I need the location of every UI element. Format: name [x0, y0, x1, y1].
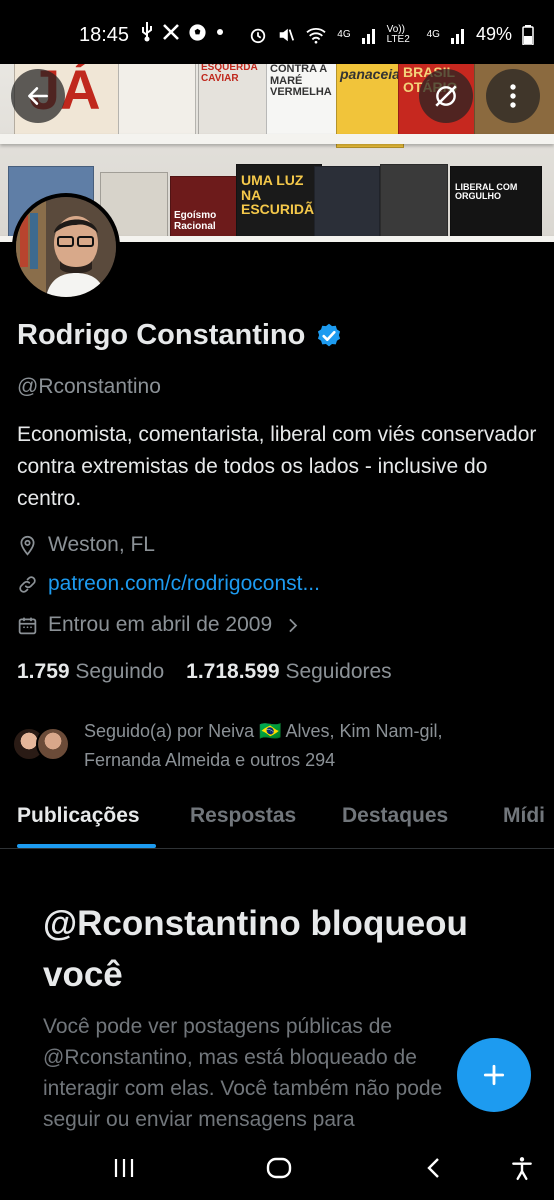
- banner-book: CONTRA A MARÉ VERMELHA: [266, 60, 342, 142]
- network-label-3: 4G: [426, 28, 440, 40]
- location-text: Weston, FL: [48, 533, 155, 556]
- profile-link[interactable]: patreon.com/c/rodrigoconst...: [17, 572, 320, 596]
- profile-name: Rodrigo Constantino: [17, 319, 306, 351]
- signal-icon: [361, 28, 375, 44]
- banner-book: UMA LUZ NA ESCURIDÃO: [236, 164, 322, 242]
- followed-by[interactable]: Seguido(a) por Neiva 🇧🇷 Alves, Kim Nam-g…: [12, 717, 524, 775]
- chevron-left-icon: [427, 1158, 439, 1178]
- usb-icon: [142, 22, 152, 42]
- followers-avatars: [12, 727, 70, 761]
- link-icon: [19, 575, 36, 593]
- home-icon: [266, 1157, 292, 1179]
- followers-stat[interactable]: 1.718.599 Seguidores: [186, 660, 392, 684]
- plus-icon: [483, 1064, 505, 1086]
- banner-book: [118, 60, 196, 136]
- accessibility-button[interactable]: [506, 1152, 538, 1184]
- following-stat[interactable]: 1.759 Seguindo: [17, 660, 164, 684]
- joined-text: Entrou em abril de 2009: [48, 613, 273, 636]
- status-bar: 18:45 4G Vo)) LTE2 4G 49%: [0, 0, 554, 64]
- status-right-icons: 4G Vo)) LTE2 4G 49%: [249, 24, 534, 45]
- followers-count: 1.718.599: [186, 660, 280, 683]
- home-button[interactable]: [263, 1152, 295, 1184]
- alarm-icon: [251, 28, 266, 43]
- following-count: 1.759: [17, 660, 70, 683]
- tab-respostas[interactable]: Respostas: [190, 804, 296, 828]
- banner-book: LIBERAL COM ORGULHO: [450, 166, 542, 242]
- battery-icon: [522, 24, 534, 45]
- blocked-title: @Rconstantino bloqueou você: [43, 904, 468, 994]
- follow-stats: 1.759 Seguindo 1.718.599 Seguidores: [17, 660, 392, 684]
- x-icon: [163, 24, 179, 40]
- recents-icon: [114, 1159, 134, 1177]
- banner-book: Egoísmo Racional: [170, 176, 240, 242]
- followed-by-text: Seguido(a) por Neiva 🇧🇷 Alves, Kim Nam-g…: [84, 721, 443, 770]
- grok-icon: [435, 85, 457, 107]
- soccer-icon: [189, 23, 206, 41]
- banner-book: ESQUERDA CAVIAR: [198, 60, 270, 140]
- status-time: 18:45: [79, 24, 130, 46]
- more-button[interactable]: [486, 69, 540, 123]
- tab-destaques[interactable]: Destaques: [342, 804, 448, 828]
- network-label-1: 4G: [337, 28, 351, 40]
- accessibility-icon: [512, 1157, 532, 1181]
- chevron-right-icon: [289, 618, 298, 632]
- compose-button[interactable]: [457, 1038, 531, 1112]
- banner-book: [380, 164, 448, 242]
- profile-name-row: Rodrigo Constantino: [17, 319, 343, 352]
- active-tab-indicator: [17, 844, 156, 848]
- signal-icon-2: [450, 28, 464, 44]
- tab-midia[interactable]: Mídi: [503, 804, 545, 828]
- back-nav-button[interactable]: [418, 1152, 450, 1184]
- banner-shelf: [0, 134, 554, 144]
- arrow-left-icon: [28, 87, 48, 105]
- avatar[interactable]: [12, 193, 120, 301]
- tab-publicacoes[interactable]: Publicações: [17, 804, 140, 828]
- profile-handle: @Rconstantino: [17, 375, 161, 398]
- mini-avatar: [36, 727, 70, 761]
- link-text[interactable]: patreon.com/c/rodrigoconst...: [48, 572, 320, 596]
- profile-joined[interactable]: Entrou em abril de 2009: [17, 613, 303, 637]
- battery-percent: 49%: [475, 24, 512, 44]
- verified-badge-icon: [318, 323, 341, 346]
- profile-location: Weston, FL: [17, 533, 155, 557]
- system-nav-bar: [0, 1136, 554, 1200]
- wifi-icon: [306, 27, 326, 44]
- network-label-2: Vo)) LTE2: [386, 23, 410, 45]
- profile-tabs: Publicações Respostas Destaques Mídi: [0, 790, 554, 849]
- dot-icon: [217, 29, 223, 35]
- following-label: Seguindo: [75, 660, 165, 683]
- more-vertical-icon: [510, 84, 516, 108]
- status-left-icons: [140, 22, 225, 42]
- mute-icon: [279, 28, 295, 41]
- back-button[interactable]: [11, 69, 65, 123]
- profile-bio: Economista, comentarista, liberal com vi…: [17, 423, 537, 510]
- calendar-icon: [18, 617, 37, 634]
- grok-button[interactable]: [419, 69, 473, 123]
- banner-book: [314, 166, 380, 242]
- location-pin-icon: [20, 535, 35, 556]
- blocked-text: Você pode ver postagens públicas de @Rco…: [43, 1015, 443, 1131]
- recents-button[interactable]: [108, 1152, 140, 1184]
- followers-label: Seguidores: [285, 660, 392, 683]
- avatar-image: [16, 197, 116, 297]
